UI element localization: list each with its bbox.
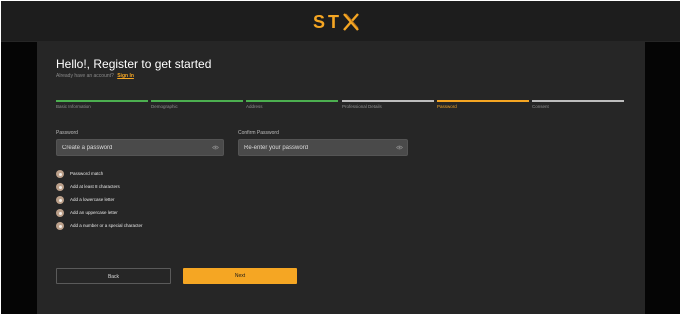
step-label: Consent	[532, 104, 549, 109]
right-margin	[645, 42, 680, 314]
logo: ST	[313, 12, 359, 32]
step-password[interactable]: Password	[437, 100, 529, 112]
confirm-password-input[interactable]	[244, 143, 382, 153]
rule-item: Add a number or a special character	[56, 222, 143, 230]
status-dot-icon	[56, 209, 64, 217]
rule-item: Add an uppercase letter	[56, 209, 118, 217]
signin-prompt-text: Already have an account?	[56, 73, 114, 79]
top-bar: ST	[1, 1, 680, 42]
rule-text: Password match	[70, 171, 104, 176]
rule-text: Add a lowercase letter	[70, 197, 115, 202]
step-bar	[246, 100, 338, 102]
confirm-password-field[interactable]	[238, 139, 408, 156]
password-input[interactable]	[62, 143, 200, 153]
step-basic-information[interactable]: Basic Information	[56, 100, 148, 112]
status-dot-icon	[56, 183, 64, 191]
confirm-password-label: Confirm Password	[238, 130, 279, 136]
step-bar	[151, 100, 243, 102]
password-label: Password	[56, 130, 78, 136]
next-button[interactable]: Next	[183, 268, 297, 284]
page-title: Hello!, Register to get started	[56, 57, 212, 71]
back-button[interactable]: Back	[56, 268, 171, 284]
step-bar	[532, 100, 624, 102]
left-margin	[1, 42, 37, 314]
rule-item: Add a lowercase letter	[56, 196, 115, 204]
step-label: Address	[246, 104, 263, 109]
step-consent[interactable]: Consent	[532, 100, 624, 112]
rule-text: Add an uppercase letter	[70, 210, 118, 215]
signin-prompt: Already have an account? Sign In	[56, 73, 134, 80]
status-dot-icon	[56, 196, 64, 204]
step-bar	[56, 100, 148, 102]
rule-item: Password match	[56, 170, 103, 178]
step-label: Professional Details	[342, 104, 382, 109]
step-label: Password	[437, 104, 457, 109]
sign-in-link[interactable]: Sign In	[117, 73, 134, 79]
status-dot-icon	[56, 222, 64, 230]
step-label: Basic Information	[56, 104, 91, 109]
logo-text: ST	[313, 12, 343, 32]
step-address[interactable]: Address	[246, 100, 338, 112]
rule-text: Add a number or a special character	[70, 223, 143, 228]
step-bar	[437, 100, 529, 102]
eye-icon[interactable]	[396, 145, 403, 150]
x-icon	[343, 13, 359, 31]
password-field[interactable]	[56, 139, 224, 156]
progress-steps: Basic Information Demographic Address Pr…	[56, 100, 624, 112]
rule-item: Add at least 8 characters	[56, 183, 120, 191]
eye-icon[interactable]	[212, 145, 219, 150]
status-dot-icon	[56, 170, 64, 178]
rule-text: Add at least 8 characters	[70, 184, 120, 189]
step-professional-details[interactable]: Professional Details	[342, 100, 434, 112]
step-demographic[interactable]: Demographic	[151, 100, 243, 112]
registration-card: Hello!, Register to get started Already …	[37, 42, 645, 314]
step-label: Demographic	[151, 104, 178, 109]
step-bar	[342, 100, 434, 102]
app-frame: ST Hello!, Register to get started Alrea…	[1, 1, 680, 314]
